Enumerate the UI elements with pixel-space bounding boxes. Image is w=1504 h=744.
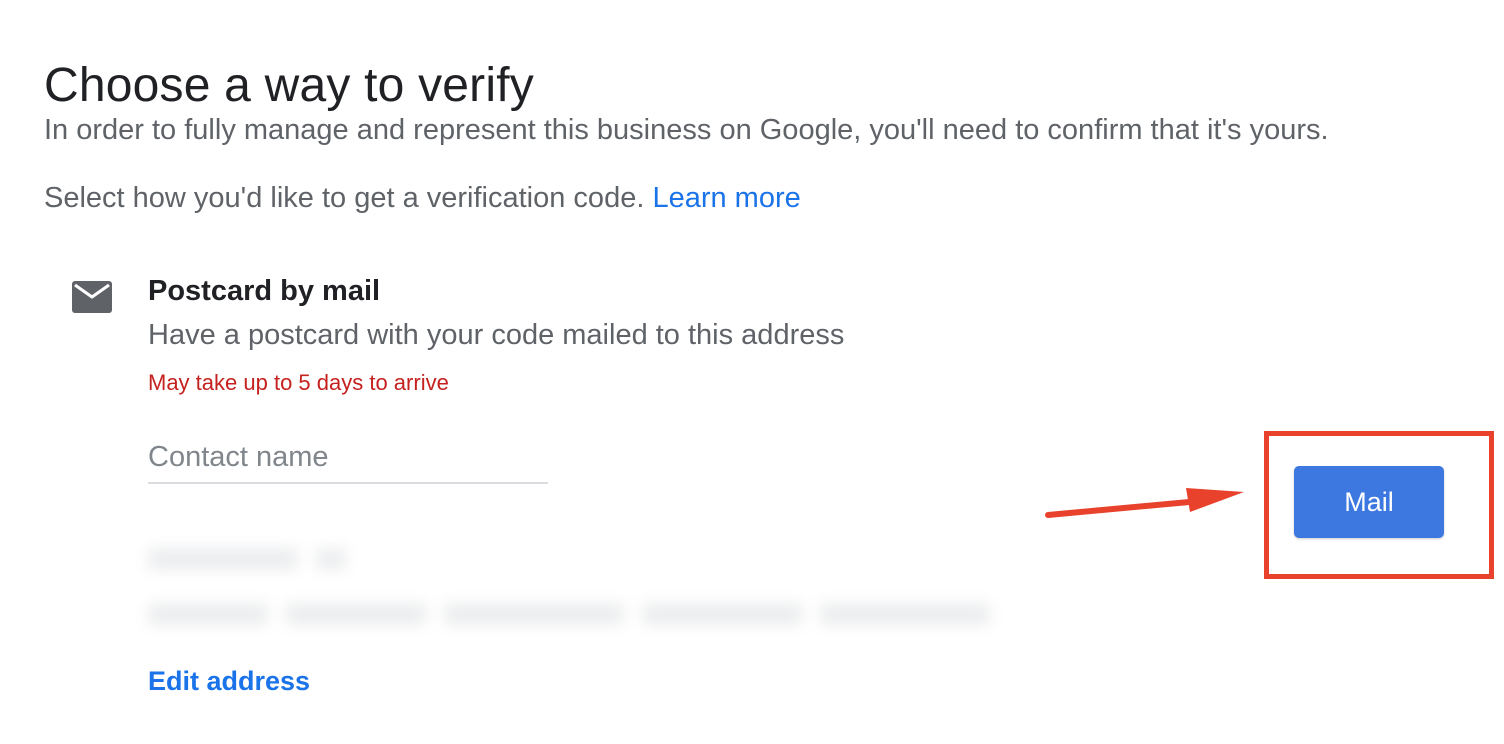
delivery-warning: May take up to 5 days to arrive [148,370,449,395]
intro-text: In order to fully manage and represent t… [44,114,1329,146]
select-method-text: Select how you'd like to get a verificat… [44,182,801,215]
select-method-label: Select how you'd like to get a verificat… [44,182,653,214]
page-title: Choose a way to verify [44,59,534,113]
redacted-address-line-2 [148,600,1008,630]
learn-more-link[interactable]: Learn more [652,182,800,214]
edit-address-link[interactable]: Edit address [148,666,310,697]
redacted-address-line-1 [148,545,1008,575]
option-description: Have a postcard with your code mailed to… [148,319,845,351]
mail-button[interactable]: Mail [1294,466,1444,538]
option-title: Postcard by mail [148,275,381,307]
contact-name-input[interactable] [148,432,548,484]
annotation-arrow [1045,488,1244,518]
envelope-icon [72,281,112,313]
